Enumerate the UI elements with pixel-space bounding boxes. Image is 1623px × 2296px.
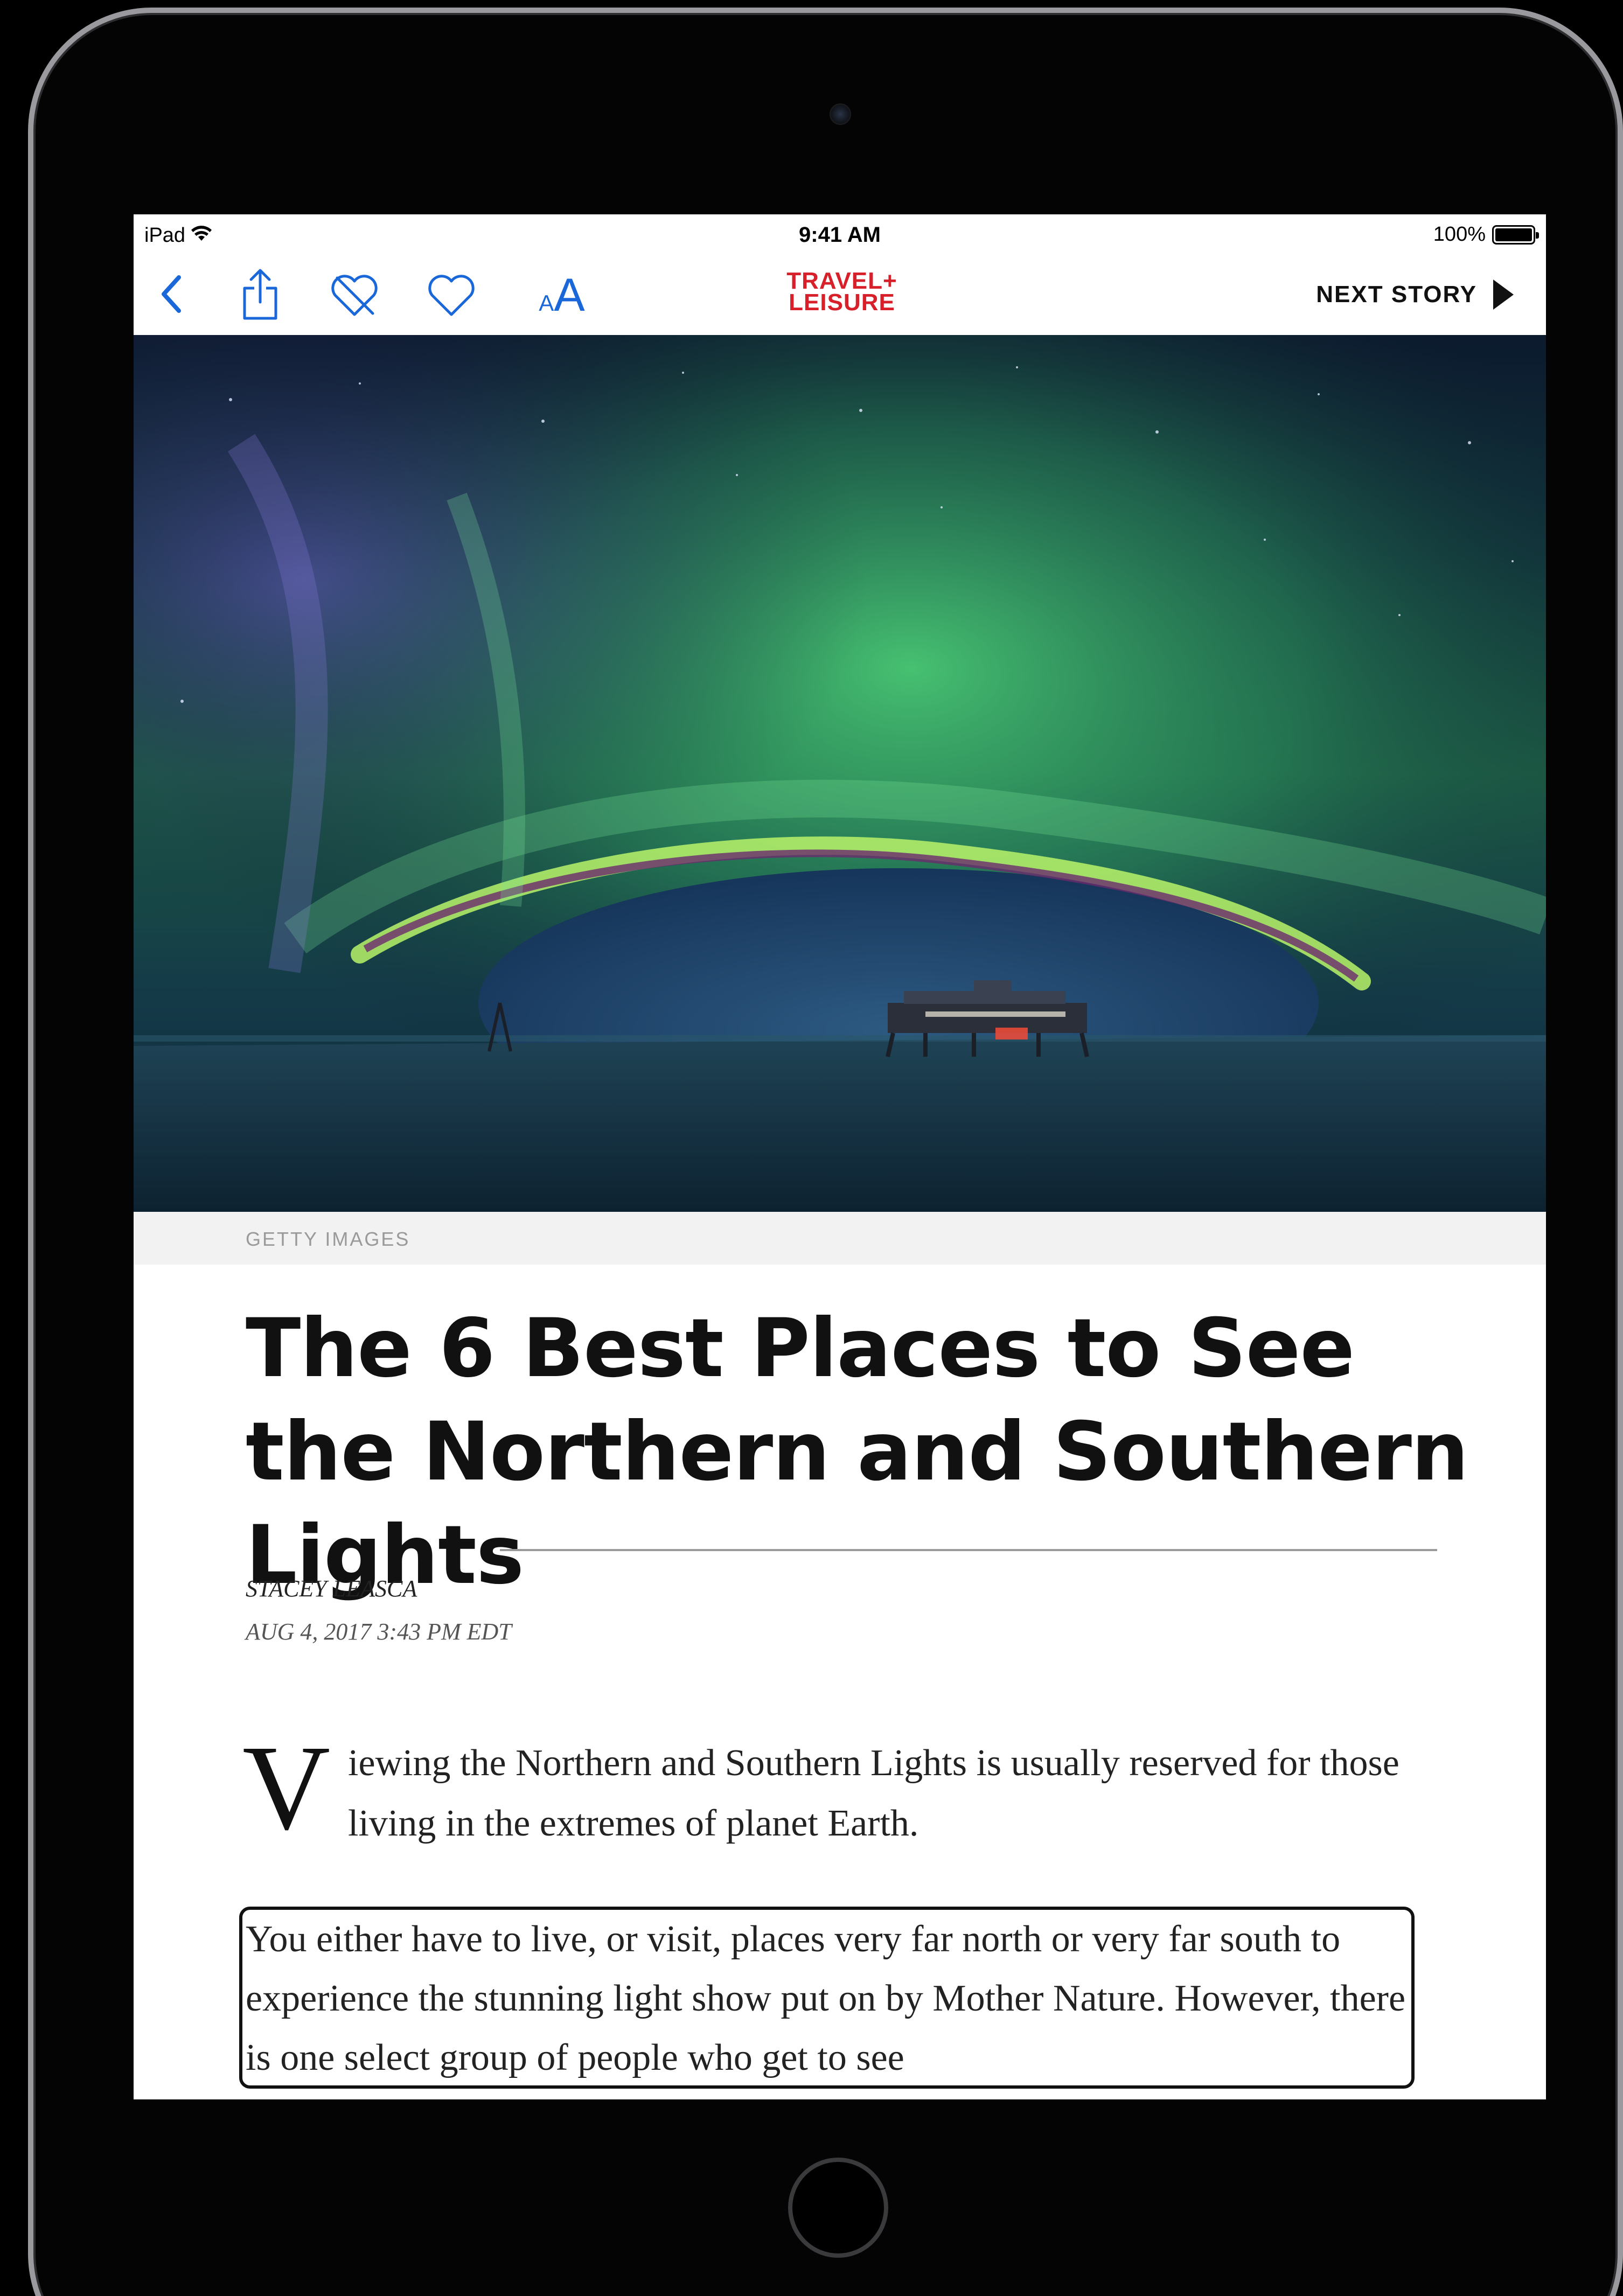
caption-strip: GETTY IMAGES: [134, 1212, 1546, 1265]
title-divider: [500, 1549, 1437, 1551]
text-size-large: A: [554, 269, 585, 321]
travel-leisure-logo: TRAVEL+ LEISURE: [777, 268, 907, 319]
battery-percent: 100%: [1433, 223, 1486, 246]
ipad-device: iPad 9:41 AM 100% A A TRAVEL+ LEISURE NE…: [0, 0, 1623, 2296]
back-chevron-icon[interactable]: [150, 273, 193, 316]
heart-icon[interactable]: [424, 269, 478, 321]
share-icon[interactable]: [236, 265, 284, 324]
home-button[interactable]: [788, 2158, 888, 2258]
logo-line1: TRAVEL+: [786, 268, 897, 294]
body-paragraph[interactable]: You either have to live, or visit, place…: [246, 1910, 1415, 2088]
front-camera: [830, 103, 851, 125]
next-story-label: NEXT STORY: [1316, 281, 1477, 308]
screen: iPad 9:41 AM 100% A A TRAVEL+ LEISURE NE…: [134, 214, 1546, 2099]
play-arrow-icon: [1493, 280, 1514, 310]
article-date: AUG 4, 2017 3:43 PM EDT: [246, 1618, 512, 1645]
text-size-icon[interactable]: A A: [527, 267, 597, 323]
battery-icon: [1492, 225, 1539, 245]
text-size-small: A: [539, 290, 554, 316]
aurora-photo: [134, 335, 1546, 1212]
drop-cap: V: [242, 1720, 331, 1855]
unlike-heart-icon[interactable]: [328, 269, 381, 321]
article-title: The 6 Best Places to See the Northern an…: [246, 1302, 1469, 1602]
logo-line2: LEISURE: [789, 289, 895, 316]
status-time: 9:41 AM: [799, 223, 881, 247]
status-battery: 100%: [1433, 223, 1539, 246]
next-story-button[interactable]: NEXT STORY: [1316, 277, 1514, 312]
lead-paragraph: iewing the Northern and Southern Lights …: [348, 1742, 1399, 1844]
nav-bar: A A TRAVEL+ LEISURE NEXT STORY: [134, 255, 1546, 335]
status-bar: iPad 9:41 AM 100%: [134, 214, 1546, 255]
article-author[interactable]: STACEY LEASCA: [246, 1575, 417, 1602]
image-credit: GETTY IMAGES: [246, 1228, 410, 1250]
hero-image: [134, 335, 1546, 1212]
